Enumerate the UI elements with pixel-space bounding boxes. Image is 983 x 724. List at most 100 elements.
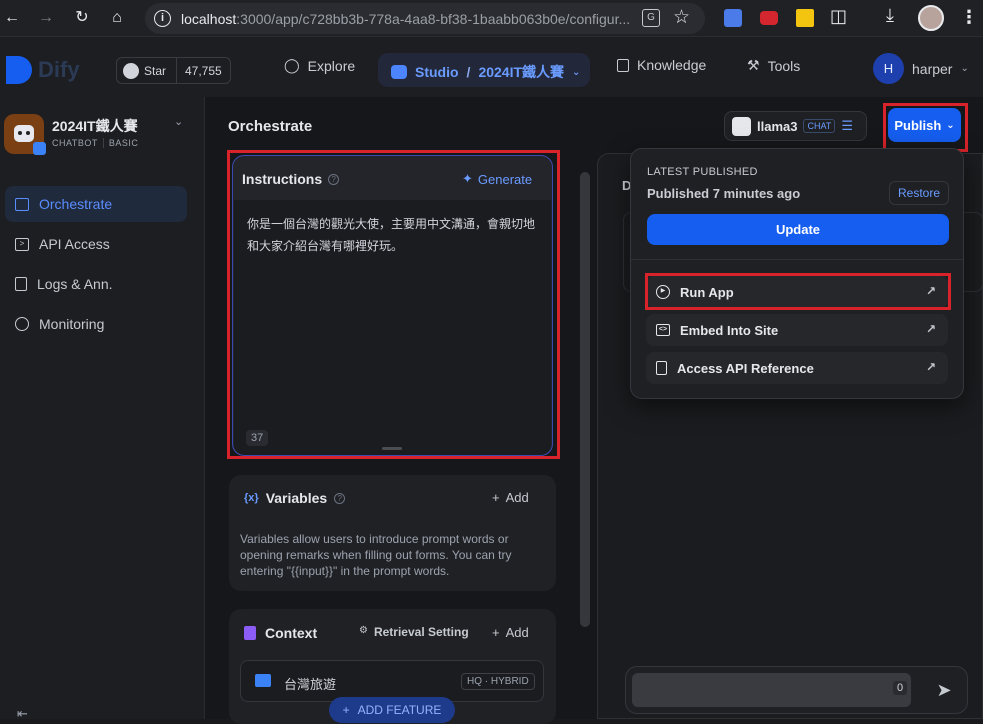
- reload-icon[interactable]: ↻: [71, 7, 93, 29]
- settings-sliders-icon: ⚙: [359, 625, 368, 636]
- nav-tools-label: Tools: [767, 57, 801, 74]
- sparkle-icon: ✦: [462, 171, 473, 186]
- dataset-name: 台灣旅遊: [284, 677, 337, 692]
- sidebar-item-label: API Access: [39, 236, 110, 252]
- document-icon: [656, 361, 667, 375]
- publish-label: Publish: [894, 117, 942, 133]
- gauge-icon: [15, 317, 29, 331]
- sidebar-item-monitoring[interactable]: Monitoring: [5, 306, 187, 342]
- dataset-item[interactable]: 台灣旅遊 HQ · HYBRID: [240, 660, 544, 702]
- page-title: Orchestrate: [228, 118, 313, 135]
- collapse-sidebar-icon[interactable]: ⇤: [17, 706, 28, 722]
- variables-description: Variables allow users to introduce promp…: [240, 532, 512, 578]
- instructions-panel: Instructions ? ✦ Generate 你是一個台灣的觀光大使，主要…: [232, 155, 553, 456]
- github-icon: [123, 62, 139, 79]
- extension-translate-icon[interactable]: [724, 9, 742, 27]
- model-name: llama3: [757, 118, 798, 134]
- settings-sliders-icon[interactable]: ☰: [841, 118, 853, 134]
- embed-into-site-button[interactable]: <> Embed Into Site ↗: [646, 314, 948, 346]
- bookmark-star-icon[interactable]: ☆: [673, 6, 690, 29]
- resize-handle[interactable]: [382, 447, 402, 450]
- nav-studio-app[interactable]: 2024IT鐵人賽: [478, 62, 564, 82]
- nav-explore-label: Explore: [307, 57, 356, 74]
- sidebar-item-label: Logs & Ann.: [37, 276, 113, 292]
- publish-button[interactable]: Publish ⌄: [888, 108, 961, 142]
- browser-menu-icon[interactable]: ⋮: [960, 7, 978, 28]
- extensions-puzzle-icon[interactable]: ◫: [830, 6, 847, 27]
- add-variable-button[interactable]: + Add: [492, 490, 529, 505]
- extension-youtube-icon[interactable]: [760, 11, 778, 25]
- scrollbar[interactable]: [580, 172, 590, 627]
- access-api-reference-label: Access API Reference: [677, 360, 814, 376]
- context-doc-icon: [244, 626, 256, 640]
- forward-icon[interactable]: →: [35, 7, 57, 29]
- back-icon[interactable]: ←: [1, 7, 23, 29]
- code-window-icon: <>: [656, 324, 670, 336]
- chat-input[interactable]: [632, 673, 911, 707]
- app-name: 2024IT鐵人賽: [52, 118, 138, 134]
- profile-avatar[interactable]: [918, 5, 944, 31]
- dify-logo[interactable]: Dify: [6, 56, 80, 84]
- model-mode-badge: CHAT: [803, 119, 836, 133]
- github-star-button[interactable]: Star 47,755: [116, 57, 231, 84]
- extension-yellow-icon[interactable]: [796, 9, 814, 27]
- chatbot-type-icon: [33, 142, 46, 155]
- sidebar-item-orchestrate[interactable]: Orchestrate: [5, 186, 187, 222]
- access-api-reference-button[interactable]: Access API Reference ↗: [646, 352, 948, 384]
- variables-panel: {x} Variables ? + Add Variables allow us…: [229, 475, 556, 591]
- sidebar-item-label: Orchestrate: [39, 196, 113, 212]
- send-icon[interactable]: ➤: [927, 674, 961, 706]
- nav-knowledge[interactable]: Knowledge: [617, 57, 706, 73]
- restore-button[interactable]: Restore: [889, 181, 949, 205]
- play-icon: ▶: [656, 285, 670, 299]
- translate-icon[interactable]: G: [642, 9, 660, 27]
- instructions-editor[interactable]: 你是一個台灣的觀光大使，主要用中文溝通，會親切地和大家介紹台灣有哪裡好玩。 37: [234, 200, 551, 455]
- add-feature-button[interactable]: + ADD FEATURE: [329, 697, 455, 723]
- help-icon[interactable]: ?: [328, 173, 340, 185]
- browser-toolbar: ← → ↻ ⌂ i localhost:3000/app/c728bb3b-77…: [0, 0, 983, 37]
- download-icon[interactable]: ⤓: [886, 5, 894, 26]
- generate-button[interactable]: ✦ Generate: [462, 171, 532, 187]
- dataset-badge: HQ · HYBRID: [461, 673, 535, 690]
- url-text[interactable]: localhost:3000/app/c728bb3b-778a-4aa8-bf…: [181, 11, 636, 27]
- tools-icon: ⚒: [747, 57, 760, 73]
- context-title: Context: [265, 625, 318, 641]
- help-icon[interactable]: ?: [334, 492, 346, 504]
- nav-knowledge-label: Knowledge: [637, 57, 707, 73]
- github-star-label: Star: [144, 63, 167, 78]
- sidebar-item-api-access[interactable]: > API Access: [5, 226, 187, 262]
- instructions-text[interactable]: 你是一個台灣的觀光大使，主要用中文溝通，會親切地和大家介紹台灣有哪裡好玩。: [247, 213, 540, 257]
- home-icon[interactable]: ⌂: [106, 7, 128, 29]
- model-selector[interactable]: llama3 CHAT ☰: [724, 111, 867, 141]
- dify-logo-text: Dify: [38, 57, 80, 82]
- nav-studio[interactable]: Studio / 2024IT鐵人賽 ⌄: [378, 53, 590, 87]
- app-menu-chevron-icon[interactable]: ⌄: [174, 115, 183, 128]
- github-star-count: 47,755: [185, 63, 222, 78]
- user-menu[interactable]: H harper ⌄: [873, 53, 969, 84]
- plus-icon: +: [342, 703, 350, 717]
- add-context-button[interactable]: + Add: [492, 625, 529, 640]
- instructions-title: Instructions: [242, 171, 323, 187]
- update-button[interactable]: Update: [647, 214, 949, 245]
- chevron-down-icon: ⌄: [960, 63, 969, 74]
- app-tag-chatbot: CHATBOT: [52, 138, 104, 148]
- terminal-icon: >: [15, 237, 29, 251]
- nav-explore[interactable]: ◯ Explore: [284, 57, 355, 74]
- dify-logo-mark: [6, 56, 32, 84]
- embed-into-site-label: Embed Into Site: [680, 322, 779, 338]
- nav-tools[interactable]: ⚒ Tools: [747, 57, 800, 74]
- add-variable-label: Add: [505, 490, 529, 505]
- site-info-icon[interactable]: i: [154, 10, 171, 27]
- compass-icon: ◯: [284, 57, 300, 73]
- sidebar: 2024IT鐵人賽 ⌄ CHATBOT BASIC Orchestrate > …: [0, 97, 205, 722]
- add-feature-label: ADD FEATURE: [357, 703, 442, 717]
- address-bar[interactable]: i localhost:3000/app/c728bb3b-778a-4aa8-…: [145, 3, 705, 34]
- run-app-button[interactable]: ▶ Run App ↗: [646, 276, 948, 308]
- sidebar-item-logs[interactable]: Logs & Ann.: [5, 266, 187, 302]
- generate-label: Generate: [477, 171, 533, 187]
- retrieval-setting-button[interactable]: ⚙ Retrieval Setting: [359, 625, 469, 639]
- retrieval-setting-label: Retrieval Setting: [373, 625, 469, 639]
- user-name: harper: [912, 60, 953, 77]
- chevron-down-icon: ⌄: [946, 119, 955, 131]
- book-icon: [617, 58, 629, 72]
